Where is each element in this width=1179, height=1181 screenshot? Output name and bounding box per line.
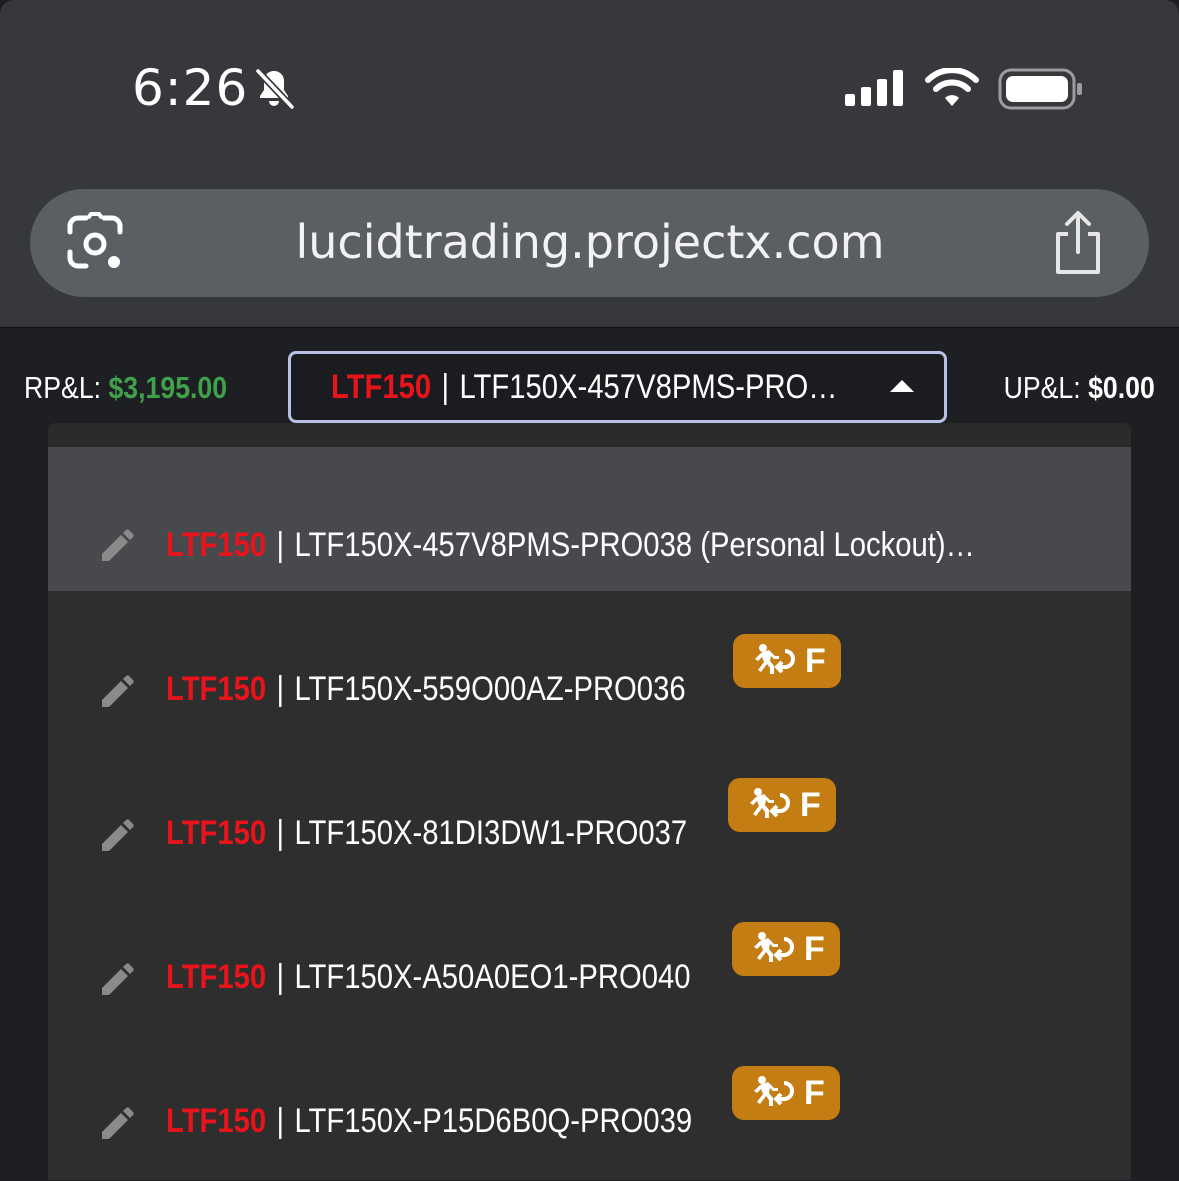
wifi-icon [925, 68, 979, 106]
account-option-name: LTF150X-81DI3DW1-PRO037 [294, 814, 688, 852]
account-option-prefix: LTF150 [166, 814, 267, 852]
account-select-separator: | [441, 368, 450, 406]
account-option-label: LTF150 | LTF150X-457V8PMS-PRO038 (Personal… [166, 523, 975, 567]
account-option-separator: | [276, 670, 285, 708]
upl-label: UP&L: [1003, 370, 1081, 405]
badge-letter: F [805, 642, 826, 680]
follower-badge: F [732, 922, 840, 976]
account-option[interactable]: LTF150 | LTF150X-81DI3DW1-PRO037 F [48, 735, 1131, 879]
account-option-label: LTF150 | LTF150X-559O00AZ-PRO036 [166, 667, 686, 711]
account-option[interactable]: LTF150 | LTF150X-P15D6B0Q-PRO039 F [48, 1023, 1131, 1167]
rpl-label: RP&L: [24, 370, 102, 405]
signal-icon [845, 70, 903, 106]
account-option-name: LTF150X-559O00AZ-PRO036 [294, 670, 686, 708]
rpl-value: $3,195.00 [108, 370, 228, 405]
account-option-separator: | [276, 814, 285, 852]
account-option[interactable]: LTF150 | LTF150X-457V8PMS-PRO038 (Personal… [48, 447, 1131, 591]
edit-icon[interactable] [100, 819, 134, 853]
battery-icon [998, 68, 1082, 110]
copy-trade-icon [754, 932, 794, 962]
account-option[interactable]: LTF150 | LTF150X-A50A0EO1-PRO040 F [48, 879, 1131, 1023]
unrealized-pnl: UP&L: $0.00 [1004, 366, 1155, 410]
copy-trade-icon [755, 644, 795, 674]
url-text[interactable]: lucidtrading.projectx.com [200, 212, 980, 272]
edit-icon[interactable] [100, 1107, 134, 1141]
account-option-name: LTF150X-P15D6B0Q-PRO039 [294, 1102, 693, 1140]
dropdown-top-strip [48, 423, 1131, 447]
badge-letter: F [804, 930, 825, 968]
edit-icon[interactable] [100, 963, 134, 997]
account-select-label: LTF150 | LTF150X-457V8PMS-PRO… [331, 365, 838, 409]
caret-up-icon[interactable] [890, 378, 914, 394]
badge-letter: F [804, 1074, 825, 1112]
share-icon[interactable] [1050, 210, 1106, 276]
follower-badge: F [733, 634, 841, 688]
edit-icon[interactable] [100, 529, 134, 563]
account-option-prefix: LTF150 [166, 958, 267, 996]
copy-trade-icon [750, 788, 790, 818]
account-select[interactable]: LTF150 | LTF150X-457V8PMS-PRO… [288, 351, 947, 423]
account-option-prefix: LTF150 [166, 1102, 267, 1140]
account-select-value: LTF150X-457V8PMS-PRO… [459, 368, 838, 406]
account-select-prefix: LTF150 [331, 368, 432, 406]
edit-icon[interactable] [100, 675, 134, 709]
lens-icon[interactable] [62, 212, 128, 274]
account-option-label: LTF150 | LTF150X-P15D6B0Q-PRO039 [166, 1099, 692, 1143]
badge-letter: F [800, 786, 821, 824]
account-option[interactable]: LTF150 | LTF150X-559O00AZ-PRO036 F [48, 591, 1131, 735]
account-dropdown: LTF150 | LTF150X-457V8PMS-PRO038 (Personal… [48, 423, 1131, 1180]
follower-badge: F [728, 778, 836, 832]
account-option-name: LTF150X-457V8PMS-PRO038 (Personal Lockou… [294, 526, 975, 564]
bell-slash-icon [255, 68, 295, 110]
account-option-separator: | [276, 1102, 285, 1140]
account-option-separator: | [276, 526, 285, 564]
realized-pnl: RP&L: $3,195.00 [24, 366, 227, 410]
follower-badge: F [732, 1066, 840, 1120]
status-time: 6:26 [132, 59, 249, 117]
account-option-separator: | [276, 958, 285, 996]
copy-trade-icon [754, 1076, 794, 1106]
account-option-prefix: LTF150 [166, 526, 267, 564]
account-option-prefix: LTF150 [166, 670, 267, 708]
account-option-label: LTF150 | LTF150X-A50A0EO1-PRO040 [166, 955, 690, 999]
account-option-name: LTF150X-A50A0EO1-PRO040 [294, 958, 691, 996]
upl-value: $0.00 [1088, 370, 1155, 405]
account-option-label: LTF150 | LTF150X-81DI3DW1-PRO037 [166, 811, 687, 855]
